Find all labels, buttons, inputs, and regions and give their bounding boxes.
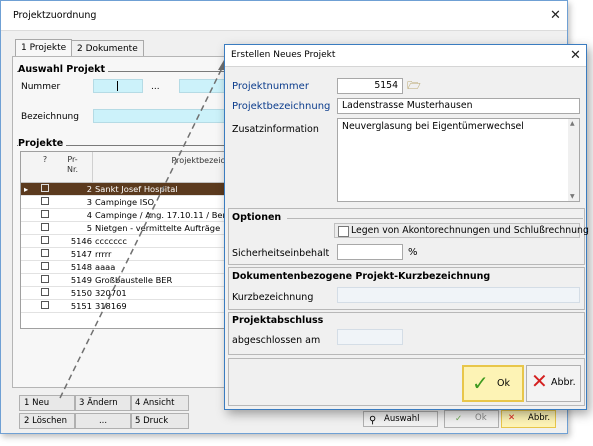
abbrechen-button[interactable]: ✕ Abbr.	[526, 365, 581, 402]
projektnummer-input[interactable]: 5154	[337, 78, 403, 94]
abgeschlossen-input[interactable]	[337, 329, 403, 345]
kurzbezeichnung-label: Kurzbezeichnung	[232, 292, 314, 303]
textarea-scrollbar[interactable]: ▲ ▼	[568, 119, 579, 201]
dialog-title: Erstellen Neues Projekt	[231, 50, 336, 60]
optionen-title: Optionen	[232, 212, 282, 223]
projektabschluss-title: Projektabschluss	[232, 315, 324, 326]
akonto-label: Legen von Akontorechnungen und Schlußrec…	[351, 225, 589, 236]
zusatzinformation-label: Zusatzinformation	[232, 124, 319, 135]
checkmark-icon: ✓	[472, 371, 489, 395]
folder-open-icon[interactable]: 🗁	[405, 78, 423, 94]
projektbezeichnung-label: Projektbezeichnung	[232, 101, 331, 112]
abbrechen-button-label: Abbr.	[551, 377, 576, 388]
akonto-checkbox-frame[interactable]: Legen von Akontorechnungen und Schlußrec…	[334, 223, 589, 238]
sicherheitseinbehalt-label: Sicherheitseinbehalt	[232, 248, 330, 259]
ok-button-label: Ok	[497, 378, 510, 389]
sicherheitseinbehalt-input[interactable]	[337, 244, 403, 260]
divider	[287, 218, 583, 219]
zusatzinformation-textarea[interactable]: Neuverglasung bei Eigentümerwechsel	[337, 118, 580, 202]
dialog-close-icon[interactable]: ✕	[570, 48, 581, 63]
scroll-down-icon[interactable]: ▼	[570, 193, 575, 200]
ok-button[interactable]: ✓ Ok	[462, 365, 524, 402]
cancel-x-icon: ✕	[531, 369, 548, 393]
scroll-up-icon[interactable]: ▲	[570, 120, 575, 127]
abgeschlossen-label: abgeschlossen am	[232, 335, 321, 346]
kurzbezeichnung-input[interactable]	[337, 287, 580, 303]
percent-unit: %	[408, 247, 418, 258]
projektnummer-label: Projektnummer	[232, 81, 309, 92]
dokument-title: Dokumentenbezogene Projekt-Kurzbezeichnu…	[232, 271, 491, 282]
akonto-checkbox[interactable]	[338, 226, 349, 237]
dialog-title-bar: Erstellen Neues Projekt ✕	[225, 45, 586, 67]
projektbezeichnung-input[interactable]: Ladenstrasse Musterhausen	[337, 98, 580, 114]
erstellen-projekt-dialog: Erstellen Neues Projekt ✕ Projektnummer …	[224, 44, 589, 410]
